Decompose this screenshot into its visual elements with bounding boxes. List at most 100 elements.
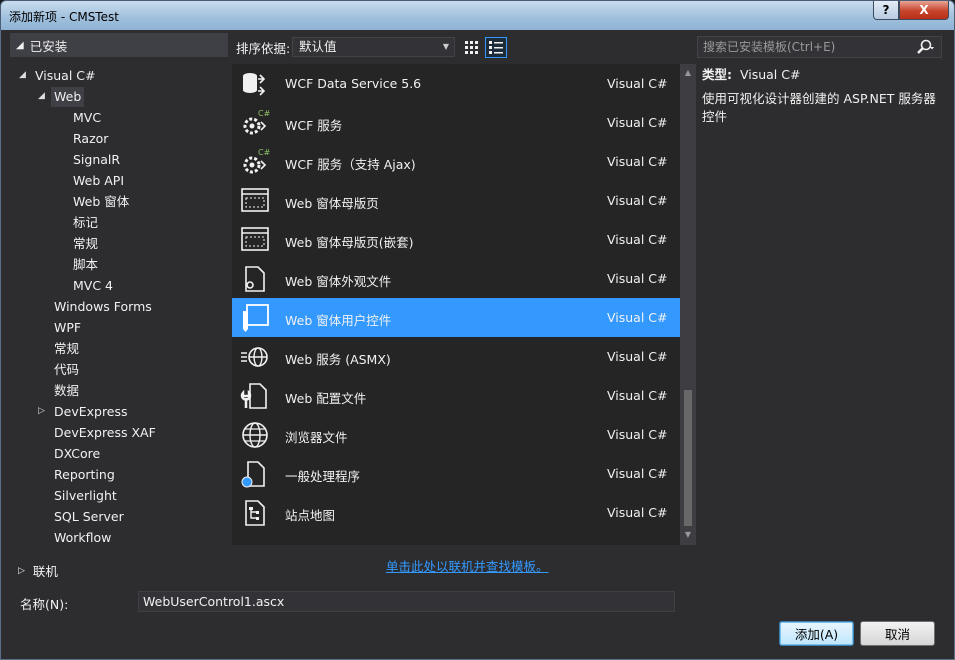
template-language: Visual C# [607,466,668,481]
tree-item[interactable]: SignalR [73,150,120,170]
tree-item[interactable]: WPF [54,318,81,338]
expand-triangle-icon: ▷ [18,565,25,576]
wcf-service-icon: C# [240,108,271,138]
list-view-icon [489,40,503,54]
template-row[interactable]: Web 窗体母版页(嵌套) Visual C# [232,220,680,259]
name-field[interactable] [138,591,675,612]
add-button[interactable]: 添加(A) [779,621,854,646]
dropdown-arrow-icon: ▼ [442,42,449,51]
expanded-triangle-icon[interactable]: ◢ [38,91,45,101]
template-language: Visual C# [607,427,668,442]
web-service-icon [240,342,270,372]
template-list: WCF Data Service 5.6 Visual C# C# WCF 服务 Vis… [232,64,680,545]
master-page-icon [240,186,270,216]
tree-item[interactable]: Silverlight [54,486,117,506]
search-placeholder: 搜索已安装模板(Ctrl+E) [703,40,836,54]
template-language: Visual C# [607,193,668,208]
template-name: Web 窗体母版页 [285,196,379,211]
tree-item[interactable]: MVC 4 [73,276,113,296]
scrollbar-thumb[interactable] [684,390,692,526]
template-name: 站点地图 [285,508,336,523]
installed-header[interactable]: ◢ 已安装 [10,33,228,57]
template-name: Web 服务 (ASMX) [285,352,391,367]
template-name: Web 配置文件 [285,391,367,406]
window-title: 添加新项 - CMSTest [9,10,119,24]
template-row[interactable]: 浏览器文件 Visual C# [232,415,680,454]
details-pane: 类型: Visual C# 使用可视化设计器创建的 ASP.NET 服务器控件 [702,66,944,126]
tree-item[interactable]: Reporting [54,465,115,485]
sort-dropdown[interactable]: 默认值 ▼ [292,37,455,57]
template-row[interactable]: WCF Data Service 5.6 Visual C# [232,64,680,103]
tree-item[interactable]: Web [51,87,85,107]
template-row[interactable]: 一般处理程序 Visual C# [232,454,680,493]
template-language: Visual C# [607,310,668,325]
template-row[interactable]: Web 窗体母版页 Visual C# [232,181,680,220]
template-language: Visual C# [607,349,668,364]
template-language: Visual C# [607,154,668,169]
template-name: 一般处理程序 [285,469,361,484]
tree-item[interactable]: Web 窗体 [73,192,129,212]
template-name: WCF 服务 [285,118,343,133]
tree-item[interactable]: 数据 [54,381,79,401]
scroll-down-icon[interactable]: ▼ [680,530,696,539]
online-label: 联机 [32,564,58,579]
user-control-icon [240,303,270,333]
template-row[interactable]: Web 窗体用户控件 Visual C# [232,298,680,337]
tree-item[interactable]: 代码 [54,360,79,380]
help-button[interactable]: ? [873,1,899,20]
search-icon[interactable] [915,38,935,62]
close-button[interactable]: X [899,1,949,20]
scroll-up-icon[interactable]: ▲ [680,68,696,77]
template-row[interactable]: C# WCF 服务（支持 Ajax) Visual C# [232,142,680,181]
title-bar: 添加新项 - CMSTest ? X [0,0,955,30]
expanded-triangle-icon[interactable]: ◢ [19,70,26,80]
template-language: Visual C# [607,232,668,247]
sort-value: 默认值 [299,39,337,54]
tree-item[interactable]: Razor [73,129,108,149]
tree-item[interactable]: MVC [73,108,101,128]
skin-file-icon [240,264,270,294]
description-text: 使用可视化设计器创建的 ASP.NET 服务器控件 [702,91,936,124]
template-language: Visual C# [607,505,668,520]
tree-item[interactable]: 脚本 [73,255,98,275]
tree-item[interactable]: 常规 [73,234,98,254]
tree-item[interactable]: Workflow [54,528,111,548]
collapsed-triangle-icon[interactable]: ▷ [38,406,45,416]
tree-item[interactable]: DXCore [54,444,100,464]
tree-item[interactable]: 常规 [54,339,79,359]
template-row[interactable]: 站点地图 Visual C# [232,493,680,532]
template-row[interactable]: Web 配置文件 Visual C# [232,376,680,415]
tree-item[interactable]: DevExpress XAF [54,423,156,443]
config-file-icon [240,381,270,411]
cancel-button[interactable]: 取消 [860,621,935,646]
find-online-templates-link[interactable]: 单击此处以联机并查找模板。 [386,556,549,575]
template-language: Visual C# [607,388,668,403]
installed-label: 已安装 [29,38,68,54]
generic-handler-icon [240,459,270,489]
tree-item[interactable]: Web API [73,171,124,191]
sitemap-icon [240,498,270,528]
data-service-icon [240,69,270,99]
template-row[interactable]: Web 窗体外观文件 Visual C# [232,259,680,298]
details-view-button[interactable] [485,37,507,58]
template-name: WCF Data Service 5.6 [285,76,422,91]
tree-item[interactable]: Visual C# [35,66,96,86]
template-name: WCF 服务（支持 Ajax) [285,157,416,172]
tree-item[interactable]: DevExpress [54,402,128,422]
template-row[interactable]: Web 服务 (ASMX) Visual C# [232,337,680,376]
small-icons-view-button[interactable] [461,37,483,58]
template-language: Visual C# [607,115,668,130]
online-tree-item[interactable]: ▷ 联机 [18,561,58,580]
tree-item[interactable]: Windows Forms [54,297,152,317]
search-input[interactable]: 搜索已安装模板(Ctrl+E) [697,36,942,58]
template-language: Visual C# [607,76,668,91]
tree-item[interactable]: 标记 [73,213,98,233]
svg-text:C#: C# [258,148,270,157]
grid-view-icon [465,40,478,54]
template-name: Web 窗体母版页(嵌套) [285,235,414,250]
template-list-scrollbar[interactable]: ▲ ▼ [680,64,696,545]
tree-item[interactable]: SQL Server [54,507,124,527]
template-row[interactable]: C# WCF 服务 Visual C# [232,103,680,142]
template-language: Visual C# [607,271,668,286]
browser-file-icon [240,420,270,450]
